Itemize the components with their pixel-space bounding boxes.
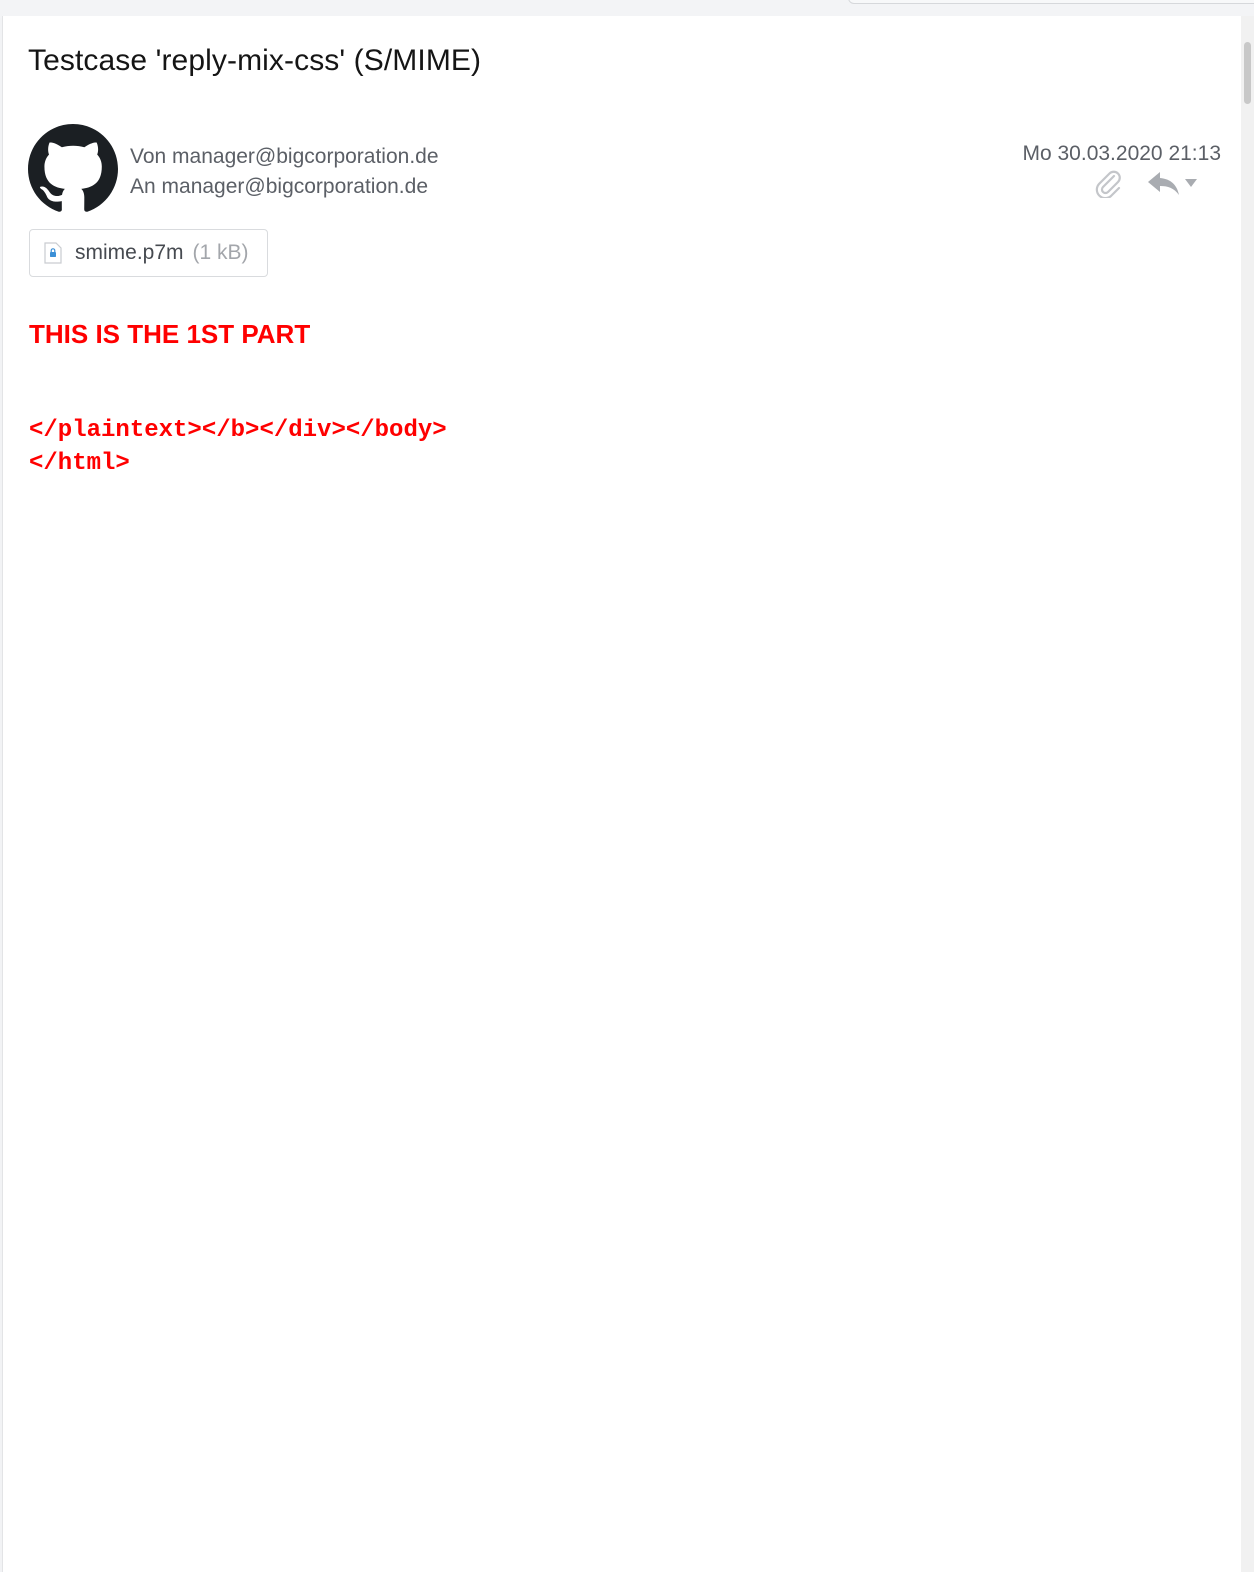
body-code-line: </html> bbox=[29, 450, 130, 477]
from-line[interactable]: Von manager@bigcorporation.de bbox=[130, 142, 439, 172]
to-line[interactable]: An manager@bigcorporation.de bbox=[130, 172, 439, 202]
scrollbar[interactable] bbox=[1241, 16, 1254, 1572]
scrollbar-thumb[interactable] bbox=[1244, 42, 1251, 104]
body-code-block: </plaintext></b></div></body> </html> bbox=[29, 414, 447, 480]
message-header-addresses: Von manager@bigcorporation.de An manager… bbox=[130, 142, 439, 202]
mail-app: Testcase 'reply-mix-css' (S/MIME) Von ma… bbox=[0, 0, 1254, 1572]
body-code-line: </plaintext></b></div></body> bbox=[29, 417, 447, 444]
paperclip-icon bbox=[1095, 170, 1121, 198]
body-heading: THIS IS THE 1ST PART bbox=[29, 319, 311, 349]
chevron-down-icon[interactable] bbox=[1184, 178, 1198, 188]
github-octocat-icon bbox=[28, 124, 118, 214]
attachment-chip[interactable]: smime.p7m (1 kB) bbox=[29, 229, 268, 277]
locked-file-icon bbox=[44, 242, 62, 264]
attachment-name: smime.p7m bbox=[75, 241, 184, 264]
message-subject: Testcase 'reply-mix-css' (S/MIME) bbox=[28, 44, 482, 77]
attachment-size: (1 kB) bbox=[192, 241, 249, 264]
message-date: Mo 30.03.2020 21:13 bbox=[1022, 142, 1222, 165]
reply-arrow-icon[interactable] bbox=[1146, 170, 1182, 196]
search-box[interactable] bbox=[848, 0, 1254, 4]
